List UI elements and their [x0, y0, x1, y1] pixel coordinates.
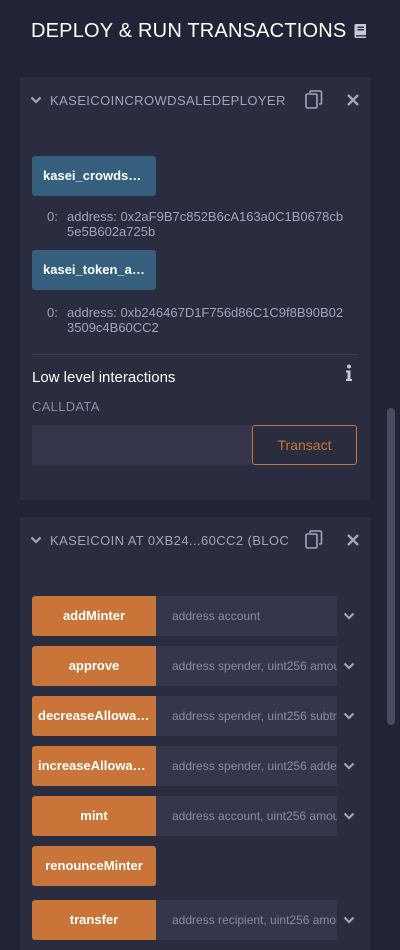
info-icon[interactable]	[342, 364, 356, 382]
book-icon[interactable]	[353, 23, 369, 39]
transact-button[interactable]: Transact	[252, 425, 357, 465]
function-row-increaseallowance: increaseAllowance address spender, uint2…	[32, 746, 357, 786]
mint-input[interactable]: address account, uint256 amount	[156, 796, 337, 836]
low-level-interactions-title: Low level interactions	[32, 369, 176, 386]
function-row-mint: mint address account, uint256 amount	[32, 796, 357, 836]
deployed-contract-crowdsale-deployer: KASEICOINCROWDSALEDEPLOYER AT 0X2AF... k…	[20, 77, 370, 500]
instance-header[interactable]: KASEICOINCROWDSALEDEPLOYER AT 0X2AF...	[20, 77, 370, 123]
instance-header[interactable]: KASEICOIN AT 0XB24...60CC2 (BLOCKCHAIN)	[20, 517, 370, 563]
renounceminter-button[interactable]: renounceMinter	[32, 846, 156, 886]
addminter-input[interactable]: address account	[156, 596, 337, 636]
decreaseallowance-button[interactable]: decreaseAllowance	[32, 696, 156, 736]
chevron-down-icon[interactable]	[343, 760, 355, 772]
function-row-decreaseallowance: decreaseAllowance address spender, uint2…	[32, 696, 357, 736]
output-value: address: 0x2aF9B7c852B6cA163a0C1B0678cb5…	[67, 209, 344, 239]
function-row-renounceminter: renounceMinter	[32, 846, 357, 886]
transfer-input[interactable]: address recipient, uint256 amount	[156, 900, 337, 940]
kasei-crowdsale-address-button[interactable]: kasei_crowdsale_address	[32, 156, 156, 196]
chevron-down-icon[interactable]	[343, 914, 355, 926]
deployed-contract-kaseicoin: KASEICOIN AT 0XB24...60CC2 (BLOCKCHAIN) …	[20, 517, 370, 950]
divider	[32, 354, 357, 355]
function-row-approve: approve address spender, uint256 amount	[32, 646, 357, 686]
chevron-down-icon[interactable]	[30, 94, 42, 106]
decreaseallowance-input[interactable]: address spender, uint256 subtractedValue	[156, 696, 337, 736]
addminter-button[interactable]: addMinter	[32, 596, 156, 636]
chevron-down-icon[interactable]	[343, 610, 355, 622]
chevron-down-icon[interactable]	[30, 534, 42, 546]
instance-title: KASEICOINCROWDSALEDEPLOYER AT 0X2AF...	[50, 93, 288, 108]
copy-icon[interactable]	[305, 90, 323, 110]
chevron-down-icon[interactable]	[343, 710, 355, 722]
increaseallowance-input[interactable]: address spender, uint256 addedValue	[156, 746, 337, 786]
instance-title: KASEICOIN AT 0XB24...60CC2 (BLOCKCHAIN)	[50, 533, 288, 548]
close-icon[interactable]	[346, 93, 360, 107]
calldata-input[interactable]	[32, 425, 252, 465]
approve-input[interactable]: address spender, uint256 amount	[156, 646, 337, 686]
close-icon[interactable]	[346, 533, 360, 547]
function-row-transfer: transfer address recipient, uint256 amou…	[32, 900, 357, 940]
output-index: 0:	[47, 209, 58, 224]
transfer-button[interactable]: transfer	[32, 900, 156, 940]
kasei-token-address-button[interactable]: kasei_token_address	[32, 250, 156, 290]
mint-button[interactable]: mint	[32, 796, 156, 836]
approve-button[interactable]: approve	[32, 646, 156, 686]
panel-title: DEPLOY & RUN TRANSACTIONS	[31, 20, 347, 42]
output-index: 0:	[47, 305, 58, 320]
output-value: address: 0xb246467D1F756d86C1C9f8B90B023…	[67, 305, 344, 335]
scrollbar-thumb[interactable]	[387, 408, 395, 725]
increaseallowance-button[interactable]: increaseAllowance	[32, 746, 156, 786]
function-row-addminter: addMinter address account	[32, 596, 357, 636]
chevron-down-icon[interactable]	[343, 660, 355, 672]
copy-icon[interactable]	[305, 530, 323, 550]
calldata-label: CALLDATA	[32, 399, 100, 414]
chevron-down-icon[interactable]	[343, 810, 355, 822]
